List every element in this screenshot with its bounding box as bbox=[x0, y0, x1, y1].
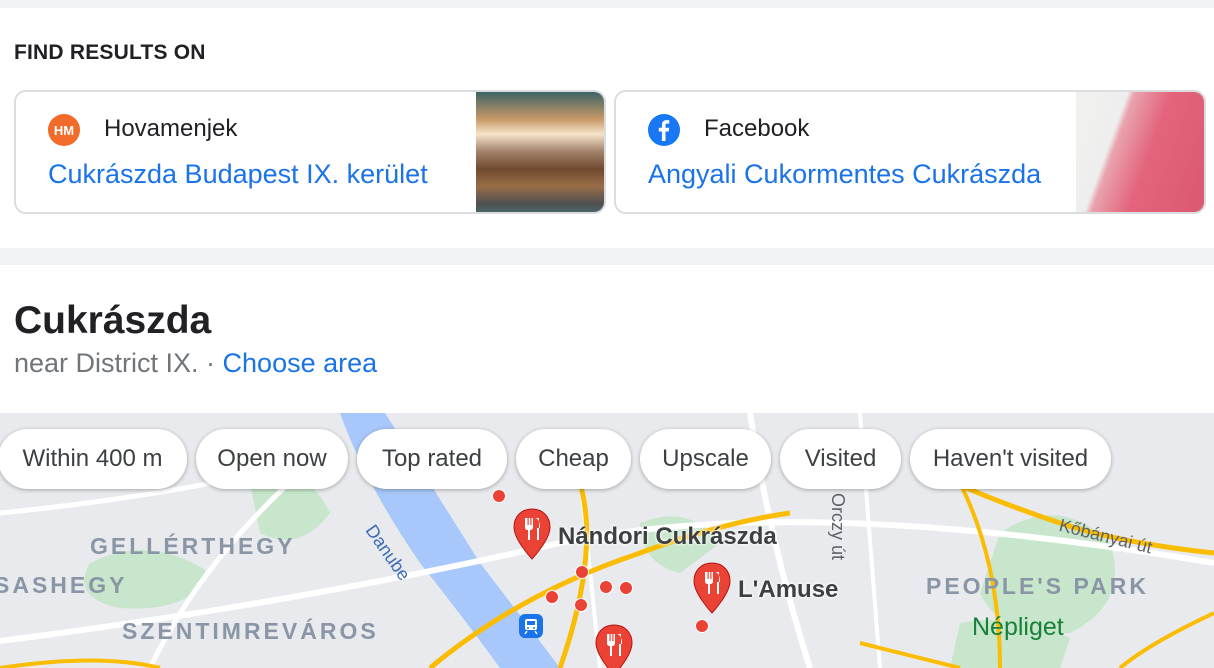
map-area-label: GELLÉRTHEGY bbox=[90, 533, 296, 559]
park-label: Népliget bbox=[972, 613, 1064, 641]
map-result-dot[interactable] bbox=[545, 590, 559, 604]
result-title-link[interactable]: Cukrászda Budapest IX. kerület bbox=[48, 159, 458, 190]
result-source: Facebook bbox=[704, 115, 810, 142]
choose-area-link[interactable]: Choose area bbox=[223, 348, 378, 378]
map-result-dot[interactable] bbox=[619, 581, 633, 595]
result-title-link[interactable]: Angyali Cukormentes Cukrászda bbox=[648, 159, 1058, 190]
restaurant-pin-icon[interactable] bbox=[594, 623, 634, 668]
map-area-label: SZENTIMREVÁROS bbox=[122, 618, 379, 644]
map-area-label: SASHEGY bbox=[0, 572, 128, 598]
map-result-dot[interactable] bbox=[492, 489, 506, 503]
result-source: Hovamenjek bbox=[104, 115, 238, 142]
facebook-logo-icon bbox=[648, 114, 680, 146]
metro-station-icon bbox=[519, 614, 543, 638]
street-label: Orczy út bbox=[828, 493, 848, 561]
filter-upscale[interactable]: Upscale bbox=[640, 429, 771, 489]
place-label-lamuse[interactable]: L'Amuse bbox=[738, 576, 838, 604]
result-thumbnail bbox=[476, 92, 604, 212]
local-results-title: Cukrászda bbox=[14, 299, 212, 342]
result-card-facebook[interactable]: Facebook Angyali Cukormentes Cukrászda bbox=[614, 90, 1206, 214]
near-location-text: near District IX. · bbox=[14, 348, 223, 378]
local-results-section: Cukrászda near District IX. · Choose are… bbox=[0, 265, 1214, 668]
restaurant-pin-icon[interactable] bbox=[512, 507, 552, 561]
map-result-dot[interactable] bbox=[575, 565, 589, 579]
filter-havent-visited[interactable]: Haven't visited bbox=[910, 429, 1111, 489]
restaurant-pin-icon[interactable] bbox=[692, 561, 732, 615]
filter-visited[interactable]: Visited bbox=[780, 429, 901, 489]
filter-top-rated[interactable]: Top rated bbox=[357, 429, 507, 489]
find-results-section: FIND RESULTS ON HM Hovamenjek Cukrászda … bbox=[0, 8, 1214, 248]
filter-cheap[interactable]: Cheap bbox=[516, 429, 631, 489]
map-result-dot[interactable] bbox=[599, 580, 613, 594]
place-label-nandori[interactable]: Nándori Cukrászda bbox=[558, 523, 777, 551]
result-thumbnail bbox=[1076, 92, 1204, 212]
filter-open-now[interactable]: Open now bbox=[196, 429, 348, 489]
location-line: near District IX. · Choose area bbox=[14, 348, 377, 379]
map-area-label: PEOPLE'S PARK bbox=[926, 573, 1149, 599]
find-results-heading: FIND RESULTS ON bbox=[14, 41, 206, 64]
map[interactable]: Within 400 m Open now Top rated Cheap Up… bbox=[0, 413, 1214, 668]
hovamenjek-logo-icon: HM bbox=[48, 114, 80, 146]
result-card-hovamenjek[interactable]: HM Hovamenjek Cukrászda Budapest IX. ker… bbox=[14, 90, 606, 214]
map-result-dot[interactable] bbox=[574, 598, 588, 612]
map-result-dot[interactable] bbox=[695, 619, 709, 633]
filter-within-400m[interactable]: Within 400 m bbox=[0, 429, 187, 489]
